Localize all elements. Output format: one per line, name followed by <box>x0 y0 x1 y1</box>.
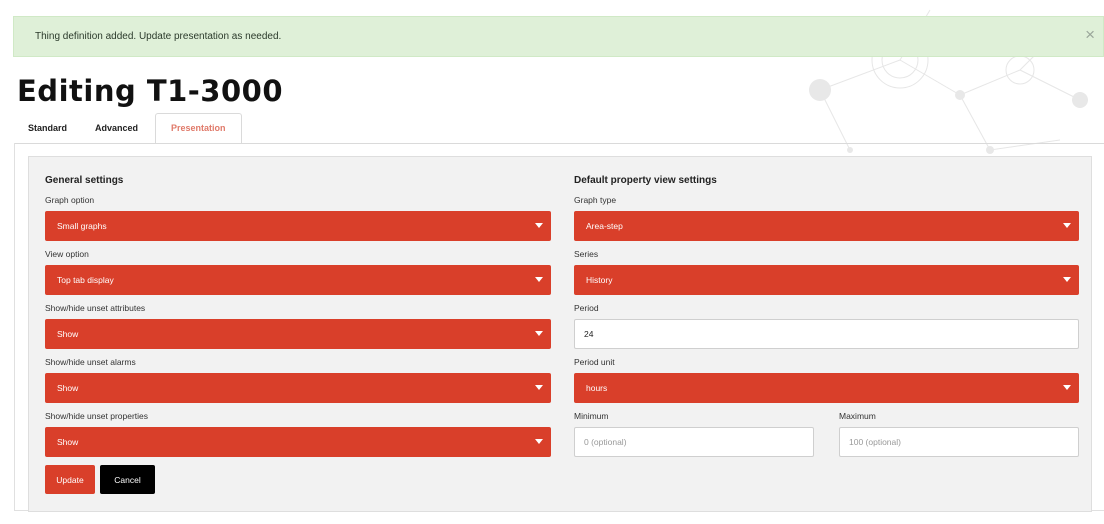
unset-alarms-label: Show/hide unset alarms <box>45 357 136 367</box>
view-option-label: View option <box>45 249 89 259</box>
view-option-value: Top tab display <box>57 275 114 285</box>
graph-option-label: Graph option <box>45 195 95 205</box>
chevron-down-icon <box>1063 277 1071 282</box>
view-option-select[interactable]: Top tab display <box>45 265 551 295</box>
minimum-group: Minimum 0 (optional) <box>574 411 814 465</box>
tab-standard[interactable]: Standard <box>14 116 81 144</box>
graph-type-label: Graph type <box>574 195 617 205</box>
series-label: Series <box>574 249 599 259</box>
tab-presentation[interactable]: Presentation <box>155 113 242 144</box>
unset-alarms-select[interactable]: Show <box>45 373 551 403</box>
close-icon[interactable]: × <box>1085 26 1095 43</box>
tab-advanced[interactable]: Advanced <box>81 116 152 144</box>
min-max-row: Minimum 0 (optional) Maximum 100 (option… <box>574 411 1079 465</box>
chevron-down-icon <box>535 385 543 390</box>
default-property-view-settings: Default property view settings Graph typ… <box>574 175 1079 465</box>
graph-option-select[interactable]: Small graphs <box>45 211 551 241</box>
chevron-down-icon <box>1063 223 1071 228</box>
minimum-input[interactable]: 0 (optional) <box>574 427 814 457</box>
unset-attributes-label: Show/hide unset attributes <box>45 303 146 313</box>
period-unit-value: hours <box>586 383 608 393</box>
graph-option-value: Small graphs <box>57 221 107 231</box>
period-unit-label: Period unit <box>574 357 615 367</box>
chevron-down-icon <box>535 439 543 444</box>
unset-attributes-value: Show <box>57 329 79 339</box>
unset-properties-select[interactable]: Show <box>45 427 551 457</box>
period-input[interactable]: 24 <box>574 319 1079 349</box>
series-value: History <box>586 275 613 285</box>
chevron-down-icon <box>535 331 543 336</box>
general-settings: General settings Graph option Small grap… <box>45 175 551 494</box>
unset-properties-value: Show <box>57 437 79 447</box>
alert-message: Thing definition added. Update presentat… <box>35 31 282 42</box>
unset-properties-label: Show/hide unset properties <box>45 411 149 421</box>
graph-type-value: Area-step <box>586 221 623 231</box>
maximum-group: Maximum 100 (optional) <box>839 411 1079 465</box>
default-settings-title: Default property view settings <box>574 175 717 186</box>
presentation-panel: General settings Graph option Small grap… <box>28 156 1092 512</box>
graph-type-select[interactable]: Area-step <box>574 211 1079 241</box>
success-alert: Thing definition added. Update presentat… <box>13 16 1104 57</box>
period-label: Period <box>574 303 599 313</box>
chevron-down-icon <box>535 277 543 282</box>
update-button[interactable]: Update <box>45 465 95 494</box>
unset-attributes-select[interactable]: Show <box>45 319 551 349</box>
chevron-down-icon <box>1063 385 1071 390</box>
maximum-label: Maximum <box>839 411 876 421</box>
form-actions: Update Cancel <box>45 465 551 494</box>
maximum-input[interactable]: 100 (optional) <box>839 427 1079 457</box>
minimum-label: Minimum <box>574 411 609 421</box>
chevron-down-icon <box>535 223 543 228</box>
period-unit-select[interactable]: hours <box>574 373 1079 403</box>
series-select[interactable]: History <box>574 265 1079 295</box>
page-title: Editing T1-3000 <box>17 74 284 108</box>
general-settings-title: General settings <box>45 175 124 186</box>
cancel-button[interactable]: Cancel <box>100 465 155 494</box>
unset-alarms-value: Show <box>57 383 79 393</box>
tab-bar: Standard Advanced Presentation <box>14 113 242 144</box>
